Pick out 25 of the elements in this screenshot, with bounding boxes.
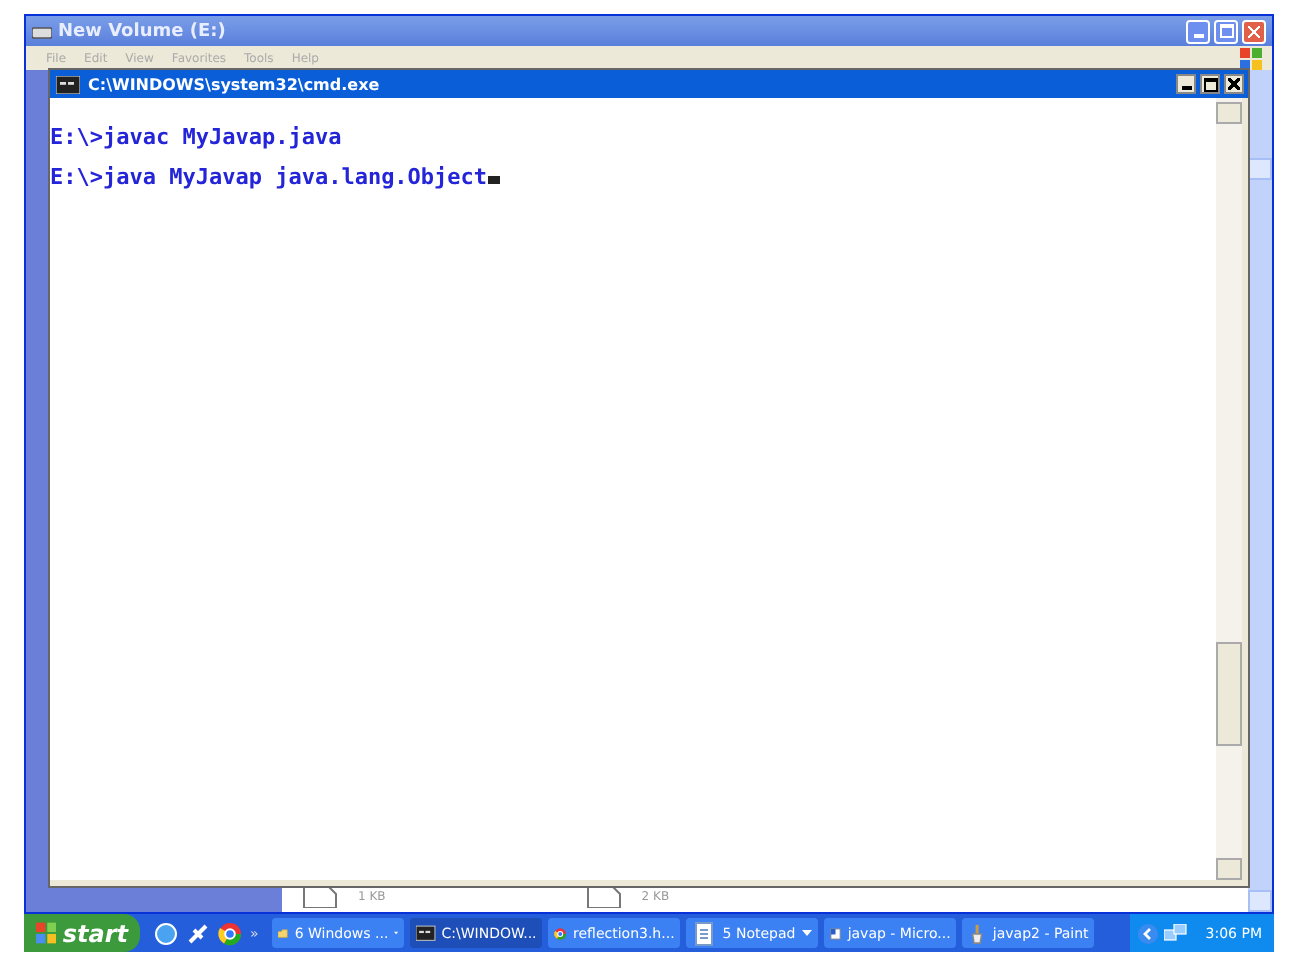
console-line: E:\>javac MyJavap.java bbox=[50, 124, 342, 150]
console-line: E:\>java MyJavap java.lang.Object bbox=[50, 164, 488, 190]
start-button[interactable]: start bbox=[24, 914, 140, 952]
scrollbar[interactable] bbox=[1248, 70, 1272, 912]
maximize-button[interactable] bbox=[1200, 74, 1220, 94]
console-icon bbox=[416, 921, 436, 945]
window-title: C:\WINDOWS\system32\cmd.exe bbox=[88, 75, 382, 93]
scroll-thumb[interactable] bbox=[1216, 642, 1242, 746]
scroll-up-button[interactable] bbox=[1248, 158, 1272, 180]
scroll-down-button[interactable] bbox=[1216, 858, 1242, 880]
close-button[interactable] bbox=[1224, 74, 1244, 94]
text-cursor bbox=[487, 176, 500, 184]
minimize-button[interactable] bbox=[1176, 74, 1196, 94]
network-icon bbox=[1163, 923, 1188, 943]
notepad-icon bbox=[692, 921, 717, 945]
windows-flag-icon bbox=[1240, 47, 1264, 69]
browser-icon bbox=[218, 921, 242, 945]
paint-icon bbox=[968, 921, 987, 945]
console-icon bbox=[56, 75, 80, 93]
window-title: New Volume (E:) bbox=[58, 21, 228, 41]
chevron-left-icon bbox=[1137, 923, 1158, 943]
globe-icon bbox=[154, 921, 178, 945]
windows-flag-icon bbox=[36, 922, 57, 944]
drive-icon bbox=[32, 23, 52, 39]
scrollbar[interactable] bbox=[1216, 98, 1242, 880]
